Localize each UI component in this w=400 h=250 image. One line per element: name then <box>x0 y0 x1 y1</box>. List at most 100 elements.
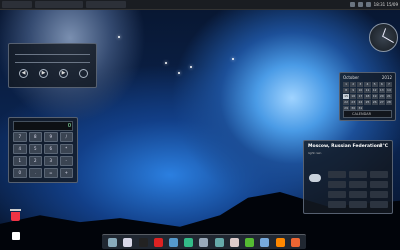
calculator-key[interactable]: 2 <box>28 156 42 166</box>
calculator-key[interactable]: 8 <box>28 132 42 142</box>
calendar-day[interactable]: 18 <box>364 94 371 99</box>
application-dock <box>102 234 306 249</box>
calculator-key[interactable]: * <box>59 144 73 154</box>
top-panel: 18:31 15/09 <box>0 0 400 10</box>
calculator-key[interactable]: 5 <box>28 144 42 154</box>
calculator-key[interactable]: = <box>44 168 58 178</box>
weather-city: Moscow, Russian Federation <box>308 144 380 149</box>
calendar-day[interactable]: 13 <box>378 88 385 93</box>
analog-clock-widget <box>369 23 398 52</box>
calendar-day[interactable]: 2 <box>350 82 357 87</box>
battery-icon[interactable] <box>365 2 371 7</box>
calendar-day[interactable]: 7 <box>385 82 392 87</box>
calculator-key[interactable]: 9 <box>44 132 58 142</box>
green-icon[interactable] <box>245 237 255 247</box>
calendar-day[interactable]: 8 <box>343 88 350 93</box>
calendar-day[interactable]: 6 <box>378 82 385 87</box>
star <box>165 62 167 64</box>
calendar-day[interactable]: 26 <box>371 100 378 105</box>
star <box>178 72 180 74</box>
minute-hand <box>383 36 394 43</box>
calendar-day[interactable]: 16 <box>350 94 357 99</box>
calculator-key[interactable]: / <box>59 132 73 142</box>
track-line <box>15 62 90 63</box>
calendar-day[interactable]: 27 <box>378 100 385 105</box>
calendar-day[interactable]: 10 <box>357 88 364 93</box>
calculator-key[interactable]: + <box>59 168 73 178</box>
calendar-day[interactable]: 22 <box>343 100 350 105</box>
calendar-grid: 1 2 3 4 5 6 7 8 9 10 11 12 13 14 15 16 17 18 19 20 21 22 23 24 2… <box>343 82 392 111</box>
track-line <box>15 54 90 55</box>
calendar-day[interactable]: 11 <box>364 88 371 93</box>
calendar-day[interactable]: 14 <box>385 88 392 93</box>
calendar-day[interactable]: 5 <box>371 82 378 87</box>
weather-temperature: 8°C <box>379 144 388 149</box>
calculator-key[interactable]: . <box>28 168 42 178</box>
calendar-day[interactable]: 25 <box>364 100 371 105</box>
calendar-month[interactable]: October <box>343 75 359 80</box>
play-button[interactable]: ▶ <box>39 69 48 78</box>
vlc-icon[interactable] <box>275 237 285 247</box>
opera-icon[interactable] <box>153 237 163 247</box>
calendar-footer: CALENDAR <box>343 110 392 118</box>
calendar-day[interactable]: 19 <box>371 94 378 99</box>
calendar-day[interactable]: 3 <box>357 82 364 87</box>
calculator-key[interactable]: - <box>59 156 73 166</box>
calendar-day[interactable]: 4 <box>364 82 371 87</box>
calendar-day[interactable]: 24 <box>357 100 364 105</box>
monitor-icon[interactable] <box>199 237 209 247</box>
system-tray: 18:31 15/09 <box>349 1 398 8</box>
calculator-key[interactable]: 0 <box>13 168 27 178</box>
firefox-icon[interactable] <box>290 237 300 247</box>
calendar-day[interactable]: 1 <box>343 82 350 87</box>
media-player-widget: ◀ ▶ ▶ <box>8 43 97 88</box>
calendar-header: October 2012 <box>343 75 392 80</box>
panel-clock[interactable]: 18:31 15/09 <box>374 1 398 8</box>
finder-icon[interactable] <box>108 237 118 247</box>
forecast-row <box>328 171 388 178</box>
media-icon[interactable] <box>260 237 270 247</box>
calendar-day[interactable]: 12 <box>371 88 378 93</box>
calendar-year[interactable]: 2012 <box>382 75 392 80</box>
network-icon[interactable] <box>349 2 355 7</box>
calendar-day[interactable]: 15 <box>343 94 350 99</box>
previous-button[interactable]: ◀ <box>19 69 28 78</box>
calculator-display: 0 <box>13 121 73 131</box>
calculator-key[interactable]: 7 <box>13 132 27 142</box>
mail-icon[interactable] <box>168 237 178 247</box>
folder-icon[interactable] <box>123 237 133 247</box>
notes-icon[interactable] <box>229 237 239 247</box>
volume-icon[interactable] <box>357 2 363 7</box>
star <box>232 58 234 60</box>
calendar-widget: October 2012 1 2 3 4 5 6 7 8 9 10 11 12 13 14 15 16 17 18… <box>339 72 396 121</box>
weather-condition: light rain <box>308 151 322 155</box>
taskbar-item[interactable] <box>35 1 83 8</box>
calendar-day[interactable]: 9 <box>350 88 357 93</box>
calculator-widget: 0 7 8 9/ 4 5 6 * 1 2 3- 0. = + <box>8 117 78 183</box>
calendar-day[interactable]: 23 <box>350 100 357 105</box>
document-icon[interactable] <box>12 232 20 240</box>
calculator-key[interactable]: 4 <box>13 144 27 154</box>
trash-icon[interactable] <box>10 209 21 223</box>
calculator-key[interactable]: 1 <box>13 156 27 166</box>
calendar-day[interactable]: 17 <box>357 94 364 99</box>
taskbar-item[interactable] <box>86 1 126 8</box>
calendar-day[interactable]: 21 <box>385 94 392 99</box>
stop-button[interactable] <box>79 69 88 78</box>
calendar-day[interactable]: 28 <box>385 100 392 105</box>
terminal-icon[interactable] <box>138 237 148 247</box>
calculator-key[interactable]: 3 <box>44 156 58 166</box>
forecast-row <box>328 201 388 208</box>
forecast-row <box>328 181 388 188</box>
calendar-day[interactable]: 20 <box>378 94 385 99</box>
chat-icon[interactable] <box>184 237 194 247</box>
cloud-icon <box>309 174 321 182</box>
next-button[interactable]: ▶ <box>59 69 68 78</box>
calculator-key[interactable]: 6 <box>44 144 58 154</box>
forecast-row <box>328 191 388 198</box>
taskbar-item[interactable] <box>2 1 32 8</box>
image-icon[interactable] <box>214 237 224 247</box>
star <box>118 36 120 38</box>
calculator-keypad: 7 8 9/ 4 5 6 * 1 2 3- 0. = + <box>13 132 73 178</box>
star <box>190 66 192 68</box>
